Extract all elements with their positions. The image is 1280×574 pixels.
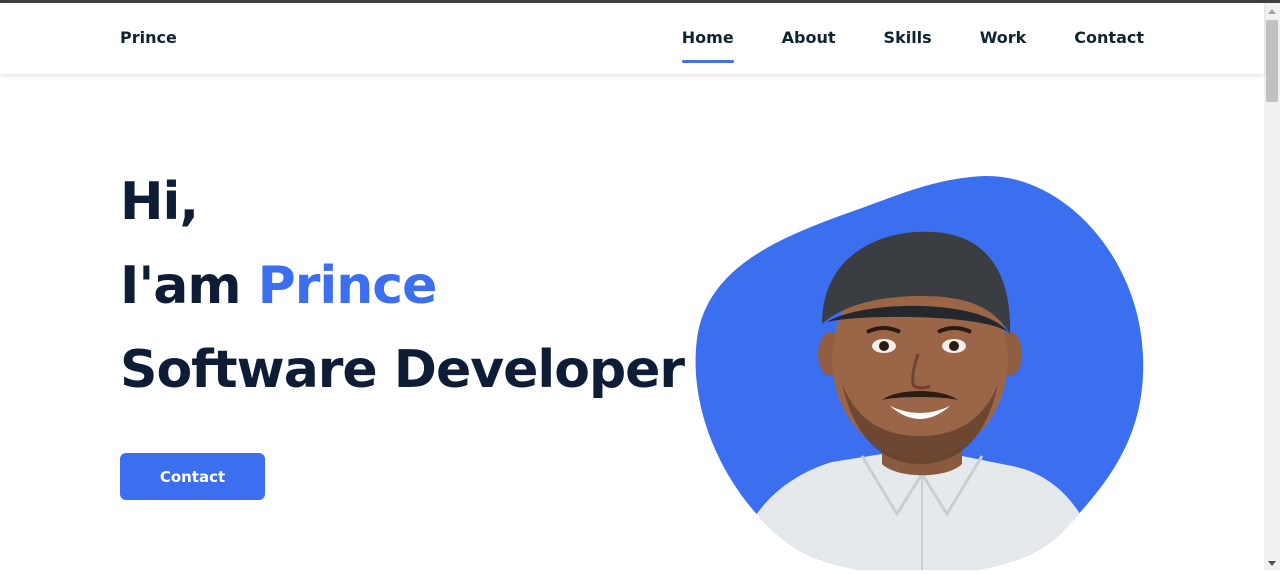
nav-item-work: Work [980,28,1027,47]
hero-title: Software Developer [120,340,685,400]
nav-item-about: About [782,28,836,47]
hero-section: Hi, I'am Prince Software Developer Conta… [0,74,1264,574]
page-scrollbar[interactable] [1264,3,1280,570]
hero-greeting: Hi, [120,172,199,232]
brand-logo[interactable]: Prince [120,28,177,47]
profile-blob-svg [695,175,1144,574]
navbar: Prince Home About Skills Work Contact [0,3,1264,74]
nav-link-home[interactable]: Home [681,28,734,63]
scrollbar-thumb[interactable] [1266,20,1278,102]
contact-button[interactable]: Contact [120,453,265,500]
nav-menu: Home About Skills Work Contact [681,28,1144,63]
scroll-up-icon[interactable] [1268,9,1276,14]
profile-photo [692,174,1152,574]
hero-intro: I'am Prince [120,260,437,312]
nav-link-skills[interactable]: Skills [884,28,932,47]
nav-link-about[interactable]: About [782,28,836,47]
hero-name: Prince [257,256,438,316]
nav-link-work[interactable]: Work [980,28,1027,47]
nav-item-contact: Contact [1074,28,1144,47]
nav-link-contact[interactable]: Contact [1074,28,1144,47]
nav-item-home: Home [681,28,734,63]
nav-item-skills: Skills [884,28,932,47]
hero-intro-prefix: I'am [120,256,258,316]
scroll-down-icon[interactable] [1268,561,1276,566]
